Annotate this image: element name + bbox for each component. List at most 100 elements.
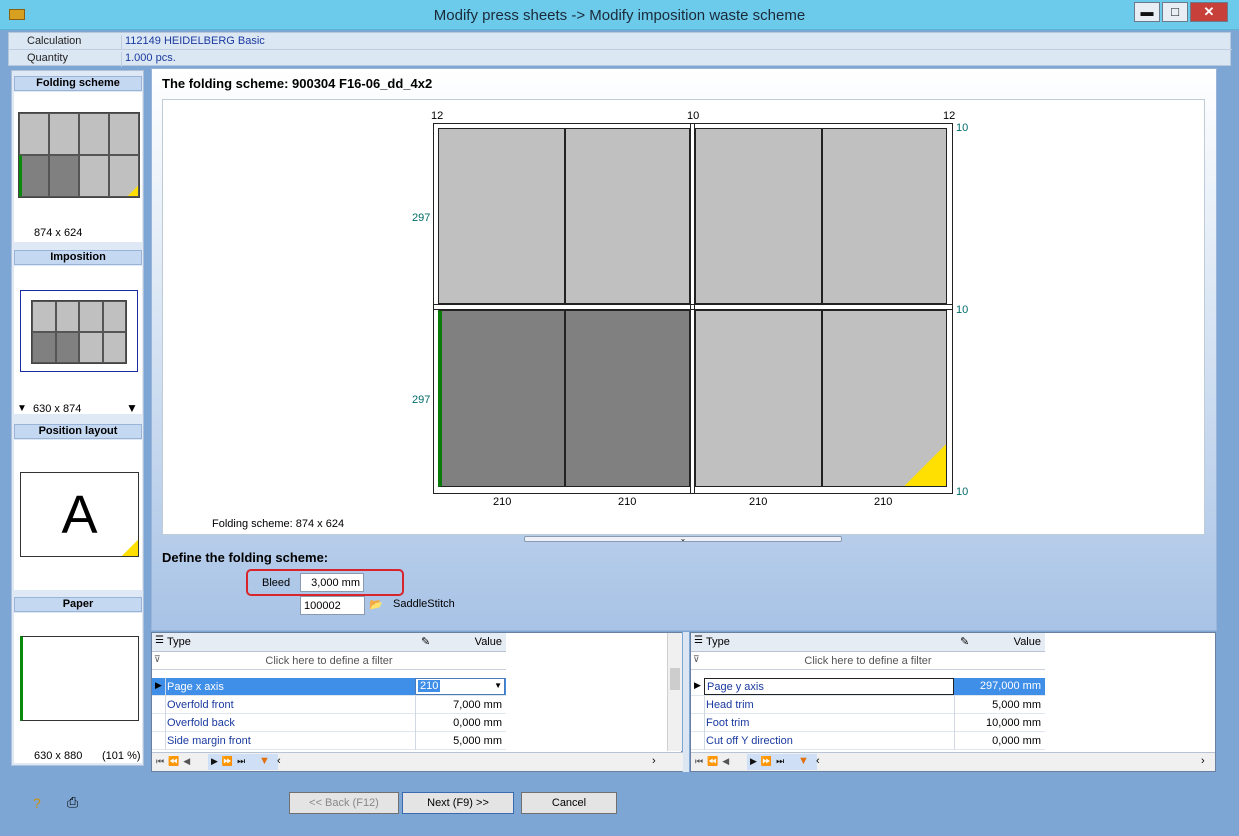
paper-preview bbox=[20, 636, 139, 721]
folding-size: 874 x 624 bbox=[34, 227, 83, 239]
quantity-row: Quantity 1.000 pcs. bbox=[9, 50, 1232, 67]
top-dim: 12 bbox=[943, 110, 956, 122]
page-x-axis-select[interactable]: 210 ▼ bbox=[415, 678, 505, 695]
quantity-label: Quantity bbox=[27, 52, 68, 64]
table-row[interactable]: Head trim 5,000 mm bbox=[691, 696, 1045, 714]
imposition-header: Imposition bbox=[14, 250, 142, 265]
paper-percent: (101 %) bbox=[102, 750, 141, 762]
print-icon[interactable]: ⎙ bbox=[67, 794, 78, 811]
record-navigator: ⏮⏪◀ ▶⏩⏭ ▼ ‹ › bbox=[691, 752, 1215, 771]
imposition-preview bbox=[31, 300, 127, 364]
left-parameter-table: ☰ Type ✎ Value ⊽ Click here to define a … bbox=[151, 632, 683, 772]
calculation-label: Calculation bbox=[27, 35, 82, 47]
left-dim: 297 bbox=[412, 394, 431, 406]
page-cell[interactable] bbox=[438, 128, 565, 304]
page-cell[interactable] bbox=[565, 128, 690, 304]
row-pointer-icon: ▶ bbox=[155, 680, 162, 690]
splitter-handle[interactable]: ⌄ bbox=[524, 535, 842, 543]
paper-header: Paper bbox=[14, 597, 142, 612]
scroll-thumb[interactable] bbox=[670, 668, 680, 690]
bottom-dim: 210 bbox=[874, 496, 893, 508]
row-pointer-icon: ▶ bbox=[694, 680, 701, 690]
page-cell[interactable] bbox=[565, 310, 690, 487]
page-title: The folding scheme: 900304 F16-06_dd_4x2 bbox=[162, 76, 433, 91]
folding-scheme-thumbnail[interactable]: 874 x 624 bbox=[14, 92, 142, 242]
filter-icon: ⊽ bbox=[154, 654, 161, 664]
quantity-value: 1.000 pcs. bbox=[121, 52, 176, 67]
folder-icon[interactable]: 📂 bbox=[369, 598, 383, 611]
define-heading: Define the folding scheme: bbox=[162, 550, 329, 565]
page-cell[interactable] bbox=[695, 128, 822, 304]
vertical-scrollbar[interactable] bbox=[667, 633, 682, 751]
bleed-input[interactable]: 3,000 mm bbox=[300, 573, 364, 592]
filter-row[interactable]: ⊽ Click here to define a filter bbox=[152, 652, 506, 670]
window-title: Modify press sheets -> Modify imposition… bbox=[433, 7, 806, 24]
table-row[interactable]: Side margin front 5,000 mm bbox=[152, 732, 506, 750]
page-cell[interactable] bbox=[695, 310, 822, 487]
paper-size: 630 x 880 bbox=[34, 750, 83, 762]
table-row[interactable]: Foot trim 10,000 mm bbox=[691, 714, 1045, 732]
value-header[interactable]: ✎ Value bbox=[954, 633, 1045, 652]
scroll-left-icon[interactable]: ‹ bbox=[816, 755, 820, 767]
imposition-frame bbox=[20, 290, 138, 372]
table-row[interactable]: ▶ Page y axis 297,000 mm bbox=[691, 678, 1045, 696]
columns-icon[interactable]: ☰ bbox=[694, 635, 703, 646]
help-icon[interactable]: ? bbox=[33, 795, 41, 811]
bottom-dim: 210 bbox=[749, 496, 768, 508]
position-layout-thumbnail[interactable]: A bbox=[14, 440, 142, 590]
binding-label: SaddleStitch bbox=[393, 598, 455, 610]
imposition-size: 630 x 874 bbox=[33, 403, 82, 415]
bottom-dim: 210 bbox=[493, 496, 512, 508]
right-parameter-table: ☰ Type ✎ Value ⊽ Click here to define a … bbox=[690, 632, 1216, 772]
close-button[interactable]: ✕ bbox=[1190, 2, 1228, 22]
table-splitter[interactable] bbox=[683, 632, 689, 772]
left-dim: 297 bbox=[412, 212, 431, 224]
table-row[interactable]: ▶ Page x axis 210 ▼ bbox=[152, 678, 506, 696]
page-cell[interactable] bbox=[822, 128, 947, 304]
back-button[interactable]: << Back (F12) bbox=[289, 792, 399, 814]
calculation-row: Calculation 112149 HEIDELBERG Basic bbox=[9, 33, 1232, 50]
minimize-button[interactable]: ▬ bbox=[1134, 2, 1160, 22]
folding-caption: Folding scheme: 874 x 624 bbox=[212, 518, 345, 530]
right-dim: 10 bbox=[956, 486, 969, 498]
binding-code-input[interactable]: 100002 bbox=[300, 596, 365, 615]
columns-icon[interactable]: ☰ bbox=[155, 635, 164, 646]
scroll-right-icon[interactable]: › bbox=[652, 755, 656, 767]
page-cell[interactable] bbox=[822, 310, 947, 487]
right-dim: 10 bbox=[956, 122, 969, 134]
imposition-down-icon[interactable]: ▼ bbox=[17, 403, 27, 414]
filter-icon: ⊽ bbox=[693, 654, 700, 664]
folding-scheme-header: Folding scheme bbox=[14, 76, 142, 91]
page-cell[interactable] bbox=[438, 310, 565, 487]
value-header[interactable]: ✎ Value bbox=[415, 633, 506, 652]
table-row[interactable]: Overfold back 0,000 mm bbox=[152, 714, 506, 732]
imposition-dropdown-icon[interactable]: ▼ bbox=[126, 401, 138, 415]
nav-buttons[interactable]: ⏮⏪◀ bbox=[695, 756, 733, 767]
right-dim: 10 bbox=[956, 304, 969, 316]
bleed-label: Bleed bbox=[262, 577, 291, 589]
top-dim: 12 bbox=[431, 110, 444, 122]
next-button[interactable]: Next (F9) >> bbox=[402, 792, 514, 814]
table-row[interactable]: Cut off Y direction 0,000 mm bbox=[691, 732, 1045, 750]
scroll-left-icon[interactable]: ‹ bbox=[277, 755, 281, 767]
imposition-thumbnail[interactable] bbox=[14, 266, 142, 414]
filter-icon[interactable]: ▼ bbox=[259, 755, 270, 767]
sidebar: Folding scheme 874 x 624 Imposition ▼ 63… bbox=[11, 70, 144, 766]
folding-grid bbox=[433, 123, 953, 494]
calculation-value: 112149 HEIDELBERG Basic bbox=[121, 35, 265, 50]
top-dim: 10 bbox=[687, 110, 700, 122]
chevron-down-icon[interactable]: ▼ bbox=[494, 681, 502, 690]
bottom-dim: 210 bbox=[618, 496, 637, 508]
folding-preview bbox=[18, 112, 140, 198]
table-row[interactable]: Overfold front 7,000 mm bbox=[152, 696, 506, 714]
position-letter: A bbox=[20, 472, 139, 557]
paper-thumbnail[interactable]: 630 x 880 (101 %) bbox=[14, 613, 142, 763]
cancel-button[interactable]: Cancel bbox=[521, 792, 617, 814]
maximize-button[interactable]: □ bbox=[1162, 2, 1188, 22]
fold-line-vertical bbox=[690, 124, 695, 493]
filter-icon[interactable]: ▼ bbox=[798, 755, 809, 767]
filter-row[interactable]: ⊽ Click here to define a filter bbox=[691, 652, 1045, 670]
nav-buttons[interactable]: ⏮⏪◀ bbox=[156, 756, 194, 767]
scroll-right-icon[interactable]: › bbox=[1201, 755, 1205, 767]
record-navigator: ⏮⏪◀ ▶⏩⏭ ▼ ‹ › bbox=[152, 752, 683, 771]
